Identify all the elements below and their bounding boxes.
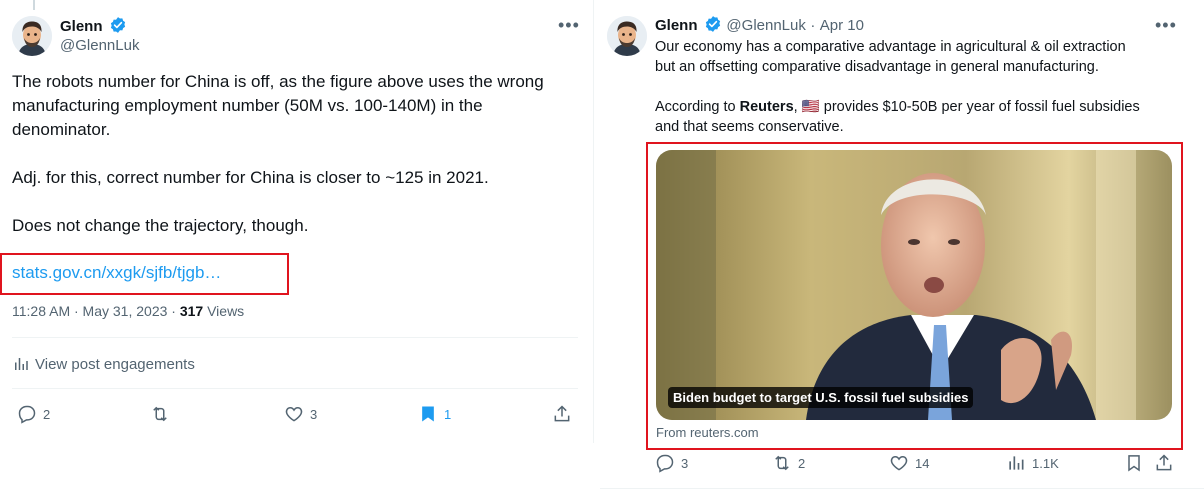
analytics-icon <box>15 358 28 370</box>
divider <box>12 337 578 338</box>
reply-icon <box>656 454 674 473</box>
heart-icon <box>285 406 303 422</box>
share-icon <box>1156 454 1172 471</box>
memoji-avatar-icon <box>12 16 52 56</box>
verified-badge-icon <box>705 16 721 32</box>
divider <box>12 388 578 389</box>
tweet-line: Adj. for this, correct number for China … <box>12 168 489 187</box>
avatar-right[interactable] <box>607 16 647 56</box>
memoji-avatar-icon <box>607 16 647 56</box>
tweet-line: Does not change the trajectory, though. <box>12 216 309 235</box>
bookmark-button[interactable] <box>1124 453 1150 473</box>
author-handle[interactable]: @GlennLuk <box>726 17 805 34</box>
share-button[interactable] <box>1154 453 1180 473</box>
tweet-line: denominator. <box>12 120 111 139</box>
share-button[interactable] <box>552 404 578 424</box>
tweet-line: The robots number for China is off, as t… <box>12 72 544 91</box>
highlight-box-link <box>0 253 289 295</box>
like-button[interactable]: 14 <box>889 453 929 473</box>
author-row-left: Glenn <box>60 16 127 37</box>
source-name: Reuters <box>739 99 794 115</box>
engagements-label: View post engagements <box>35 355 195 373</box>
views-count: 317 <box>179 303 204 319</box>
separator-dot: · <box>810 17 816 34</box>
views-label: Views <box>203 303 245 319</box>
analytics-icon <box>1009 456 1024 470</box>
reply-button[interactable]: 3 <box>655 453 688 473</box>
view-engagements-link[interactable]: View post engagements <box>12 355 195 373</box>
tweet-line: Our economy has a comparative advantage … <box>655 39 1126 55</box>
more-options-icon[interactable]: ••• <box>558 16 580 34</box>
timestamp[interactable]: 11:28 AM · May 31, 2023 · <box>12 303 180 319</box>
author-row-right: Glenn @GlennLuk · Apr 10 <box>655 15 864 36</box>
tweet-text-left: The robots number for China is off, as t… <box>12 70 572 238</box>
thread-connector <box>33 0 35 10</box>
share-icon <box>554 405 570 422</box>
bookmark-button[interactable]: 1 <box>418 404 451 424</box>
tweet-line: According to Reuters, 🇺🇸 provides $10-50… <box>655 99 1140 115</box>
repost-button[interactable] <box>150 404 176 424</box>
avatar-left[interactable] <box>12 16 52 56</box>
repost-icon <box>153 406 167 422</box>
verified-badge-icon <box>110 17 126 33</box>
heart-icon <box>890 455 908 471</box>
author-name[interactable]: Glenn <box>60 18 103 35</box>
bookmark-icon <box>1128 455 1140 472</box>
reply-button[interactable]: 2 <box>17 404 50 424</box>
more-options-icon[interactable]: ••• <box>1155 16 1177 34</box>
tweet-line: and that seems conservative. <box>655 119 844 135</box>
author-handle[interactable]: @GlennLuk <box>60 37 139 54</box>
highlight-box-card <box>646 142 1183 450</box>
views-button[interactable]: 1.1K <box>1006 453 1059 473</box>
repost-icon <box>775 455 789 471</box>
reply-icon <box>18 405 36 424</box>
post-date[interactable]: Apr 10 <box>820 17 864 34</box>
tweet-text-right: Our economy has a comparative advantage … <box>655 37 1185 137</box>
tweet-meta: 11:28 AM · May 31, 2023 · 317 Views <box>12 303 244 319</box>
tweet-line: manufacturing employment number (50M vs.… <box>12 96 483 115</box>
repost-button[interactable]: 2 <box>772 453 805 473</box>
author-name[interactable]: Glenn <box>655 17 698 34</box>
like-button[interactable]: 3 <box>284 404 317 424</box>
bookmark-filled-icon <box>422 406 434 422</box>
tweet-line: but an offsetting comparative disadvanta… <box>655 59 1099 75</box>
